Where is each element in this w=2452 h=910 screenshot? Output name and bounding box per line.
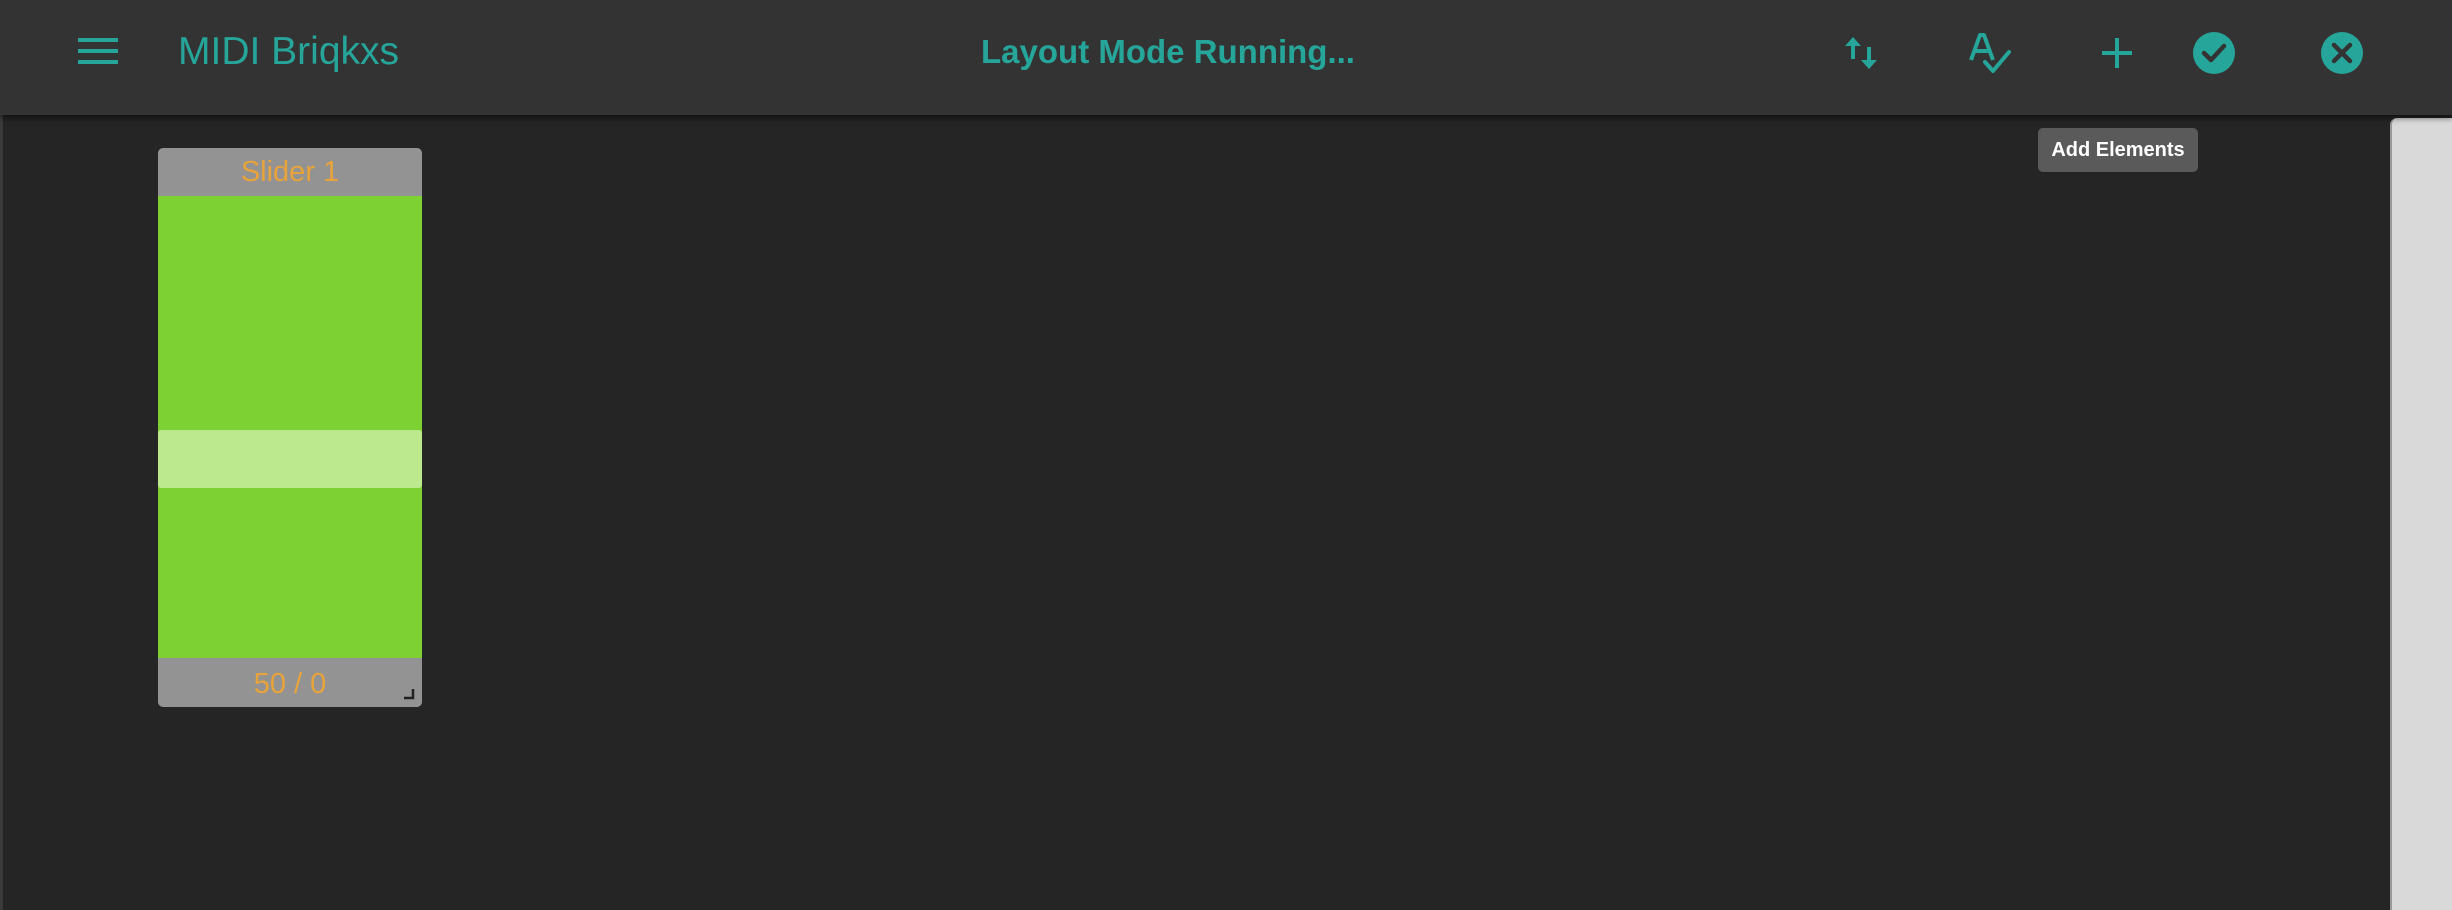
swap-vertical-icon bbox=[1843, 33, 1879, 73]
slider-widget[interactable]: Slider 1 50 / 0 bbox=[158, 148, 422, 707]
cancel-button[interactable] bbox=[2310, 21, 2374, 85]
menu-icon bbox=[78, 36, 118, 71]
right-side-panel[interactable] bbox=[2390, 118, 2452, 910]
confirm-button[interactable] bbox=[2182, 21, 2246, 85]
swap-button[interactable] bbox=[1829, 21, 1893, 85]
top-toolbar: MIDI Briqkxs Layout Mode Running... bbox=[0, 0, 2452, 115]
close-circle-icon bbox=[2320, 31, 2364, 75]
app-window: MIDI Briqkxs Layout Mode Running... Add … bbox=[0, 0, 2452, 910]
app-title: MIDI Briqkxs bbox=[178, 30, 400, 73]
slider-label: Slider 1 bbox=[240, 156, 340, 188]
layout-mode-status: Layout Mode Running... bbox=[981, 33, 1355, 70]
add-elements-tooltip: Add Elements bbox=[2038, 128, 2198, 172]
plus-icon bbox=[2100, 36, 2134, 70]
slider-track[interactable] bbox=[158, 196, 422, 658]
spellcheck-icon bbox=[1967, 30, 2013, 76]
resize-corner-icon bbox=[404, 689, 415, 700]
left-border bbox=[0, 0, 3, 910]
slider-value: 50 / 0 bbox=[253, 668, 327, 700]
menu-button[interactable] bbox=[62, 27, 134, 79]
add-elements-button[interactable] bbox=[2085, 21, 2149, 85]
slider-thumb[interactable] bbox=[158, 430, 422, 488]
check-circle-icon bbox=[2192, 31, 2236, 75]
spellcheck-button[interactable] bbox=[1958, 21, 2022, 85]
resize-handle[interactable] bbox=[403, 687, 415, 700]
